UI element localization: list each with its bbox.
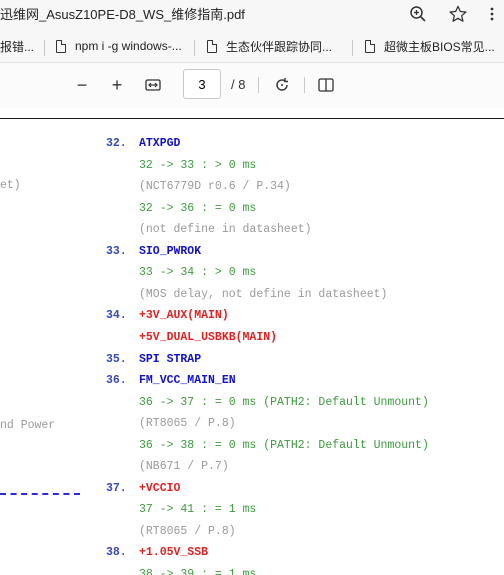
bookmark-item[interactable]: 报错...: [0, 36, 34, 56]
fit-width-icon: [145, 79, 161, 91]
signal-name: SIO_PWROK: [139, 245, 202, 258]
signal-name: SPI STRAP: [139, 353, 202, 366]
reference-note: (MOS delay, not define in datasheet): [139, 288, 388, 301]
bookmarks-bar: 报错... npm i -g windows-... 生态伙伴跟踪协同... 超…: [0, 28, 504, 63]
zoom-in-button[interactable]: +: [103, 71, 131, 99]
signal-name: +3V_AUX(MAIN): [139, 309, 229, 322]
tab-title: 迅维网_AsusZ10PE-D8_WS_维修指南.pdf: [0, 7, 245, 22]
step-number: 32.: [106, 137, 127, 150]
timing-line: 36 -> 38 : = 0 ms (PATH2: Default Unmoun…: [139, 439, 429, 452]
left-column-fragment: nd Power: [0, 419, 56, 432]
reference-note: (NB671 / P.7): [139, 460, 229, 473]
dashed-connector-line: [0, 493, 80, 495]
timing-line: 32 -> 36 : = 0 ms: [139, 202, 257, 215]
timing-line: 32 -> 33 : > 0 ms: [139, 159, 257, 172]
pdf-page-viewport[interactable]: et) nd Power 32. ATXPGD 32 -> 33 : > 0 ms (…: [0, 108, 504, 575]
page-total-label: / 8: [231, 77, 246, 92]
table-border-line: [0, 118, 504, 119]
two-page-view-icon: [318, 78, 334, 92]
signal-name: FM_VCC_MAIN_EN: [139, 374, 236, 387]
step-number: 36.: [106, 374, 127, 387]
more-menu-icon[interactable]: [480, 0, 504, 28]
bookmark-item[interactable]: npm i -g windows-...: [56, 36, 182, 56]
pdf-toolbar: − + / 8: [0, 63, 504, 109]
signal-name: +VCCIO: [139, 482, 181, 495]
page-view-button[interactable]: [312, 71, 340, 99]
fit-width-button[interactable]: [139, 71, 167, 99]
timing-line: +5V_DUAL_USBKB(MAIN): [139, 331, 278, 344]
bookmark-label: npm i -g windows-...: [75, 39, 182, 53]
step-number: 33.: [106, 245, 127, 258]
page-icon: [56, 39, 66, 53]
timing-line: 38 -> 39 : = 1 ms: [139, 568, 257, 575]
reference-note: (not define in datasheet): [139, 223, 312, 236]
toolbar-divider: [258, 77, 259, 93]
bookmark-label: 报错...: [0, 39, 35, 54]
zoom-out-label: −: [76, 74, 88, 95]
timing-line: 33 -> 34 : > 0 ms: [139, 266, 257, 279]
zoom-magnifier-icon[interactable]: [398, 0, 438, 28]
step-number: 34.: [106, 309, 127, 322]
page-number-input[interactable]: [183, 69, 221, 99]
signal-name: +1.05V_SSB: [139, 546, 209, 559]
page-icon: [207, 39, 217, 53]
reference-note: (NCT6779D r0.6 / P.34): [139, 180, 291, 193]
timing-line: 37 -> 41 : = 1 ms: [139, 503, 257, 516]
bookmark-item[interactable]: 生态伙伴跟踪协同...: [207, 36, 332, 56]
toolbar-divider: [304, 77, 305, 93]
bookmark-label: 生态伙伴跟踪协同...: [226, 39, 333, 54]
bookmark-divider: [44, 40, 45, 56]
zoom-out-button[interactable]: −: [68, 71, 96, 99]
reference-note: (RT8065 / P.8): [139, 525, 236, 538]
favorite-star-icon[interactable]: [438, 0, 478, 28]
rotate-icon: [276, 78, 288, 91]
left-column-fragment: et): [0, 179, 21, 192]
zoom-in-label: +: [111, 74, 123, 95]
bookmark-divider: [194, 40, 195, 56]
page-icon: [365, 39, 375, 53]
step-number: 37.: [106, 482, 127, 495]
bookmark-item[interactable]: 超微主板BIOS常见...: [365, 36, 495, 56]
title-bar: 迅维网_AsusZ10PE-D8_WS_维修指南.pdf: [0, 0, 504, 28]
reference-note: (RT8065 / P.8): [139, 417, 236, 430]
step-number: 35.: [106, 353, 127, 366]
bookmark-label: 超微主板BIOS常见...: [384, 39, 495, 54]
timing-line: 36 -> 37 : = 0 ms (PATH2: Default Unmoun…: [139, 396, 429, 409]
signal-name: ATXPGD: [139, 137, 181, 150]
step-number: 38.: [106, 546, 127, 559]
bookmark-divider: [352, 40, 353, 56]
rotate-button[interactable]: [268, 71, 296, 99]
